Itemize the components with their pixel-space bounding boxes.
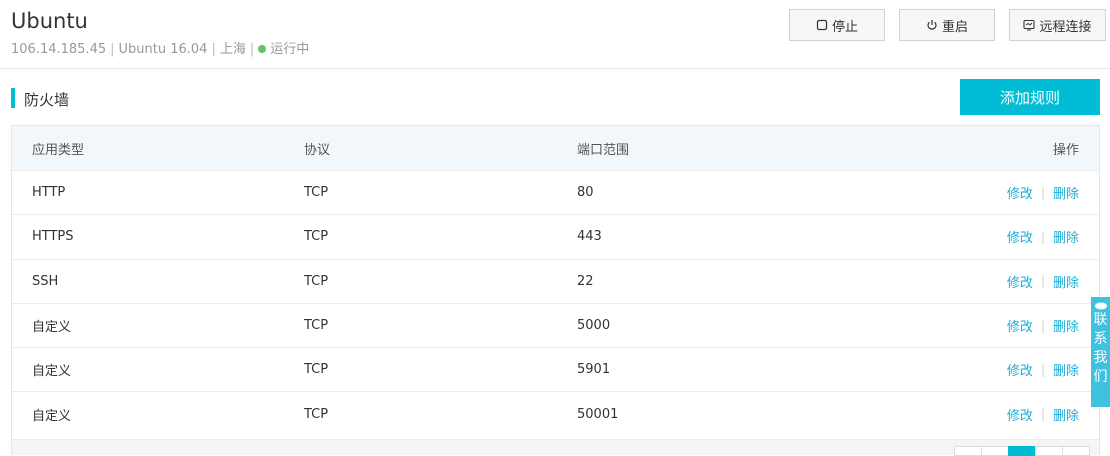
table-footer bbox=[12, 439, 1099, 455]
cell-actions: 修改 | 删除 bbox=[1007, 348, 1079, 391]
header-actions: 操作 bbox=[1052, 142, 1079, 158]
server-name: Ubuntu bbox=[11, 9, 88, 33]
cell-app-type: HTTPS bbox=[32, 229, 74, 245]
firewall-table: 应用类型 协议 端口范围 操作 HTTP TCP 80 修改 | 删除 HTTPS TCP 44… bbox=[11, 125, 1100, 455]
pager-page[interactable] bbox=[981, 446, 1009, 456]
edit-link[interactable]: 修改 bbox=[1007, 227, 1033, 246]
contact-char: 系 bbox=[1093, 331, 1108, 347]
pager-next[interactable] bbox=[1062, 446, 1090, 456]
restart-label: 重启 bbox=[941, 19, 968, 35]
remote-label: 远程连接 bbox=[1039, 19, 1092, 35]
monitor-icon bbox=[1023, 19, 1036, 31]
stop-label: 停止 bbox=[831, 19, 858, 35]
server-info: 106.14.185.45 | Ubuntu 16.04 | 上海 | 运行中 bbox=[11, 42, 310, 57]
edit-link[interactable]: 修改 bbox=[1007, 316, 1033, 335]
contact-char: 我 bbox=[1093, 350, 1108, 366]
firewall-section-header: 防火墙 添加规则 bbox=[0, 79, 1110, 117]
edit-link[interactable]: 修改 bbox=[1007, 183, 1033, 202]
cell-actions: 修改 | 删除 bbox=[1007, 215, 1079, 258]
pager-page[interactable] bbox=[1035, 446, 1063, 456]
server-status: 运行中 bbox=[270, 42, 310, 57]
restart-button[interactable]: 重启 bbox=[899, 9, 995, 41]
cell-actions: 修改 | 删除 bbox=[1007, 392, 1079, 435]
server-header: Ubuntu 106.14.185.45 | Ubuntu 16.04 | 上海 | 运行中… bbox=[0, 0, 1110, 69]
cell-protocol: TCP bbox=[304, 273, 329, 289]
server-region: 上海 bbox=[219, 42, 246, 57]
cell-app-type: 自定义 bbox=[32, 408, 72, 424]
contact-char: 联 bbox=[1093, 312, 1108, 328]
delete-link[interactable]: 删除 bbox=[1053, 360, 1079, 379]
remote-connect-button[interactable]: 远程连接 bbox=[1009, 9, 1106, 41]
pager-page-active[interactable] bbox=[1008, 446, 1036, 456]
table-row: HTTP TCP 80 修改 | 删除 bbox=[12, 170, 1099, 214]
cell-protocol: TCP bbox=[304, 362, 329, 378]
cell-app-type: HTTP bbox=[32, 185, 66, 201]
cell-app-type: SSH bbox=[32, 273, 59, 289]
table-row: SSH TCP 22 修改 | 删除 bbox=[12, 258, 1099, 303]
stop-button[interactable]: 停止 bbox=[789, 9, 885, 41]
action-divider: | bbox=[1040, 229, 1045, 244]
cell-actions: 修改 | 删除 bbox=[1007, 171, 1079, 214]
server-os: Ubuntu 16.04 bbox=[118, 42, 208, 57]
edit-link[interactable]: 修改 bbox=[1007, 272, 1033, 291]
delete-link[interactable]: 删除 bbox=[1053, 316, 1079, 335]
cell-actions: 修改 | 删除 bbox=[1007, 304, 1079, 347]
header-port-range: 端口范围 bbox=[577, 142, 630, 158]
cell-port-range: 22 bbox=[577, 273, 594, 289]
cell-protocol: TCP bbox=[304, 229, 329, 245]
table-header: 应用类型 协议 端口范围 操作 bbox=[12, 126, 1099, 170]
cell-protocol: TCP bbox=[304, 406, 329, 422]
delete-link[interactable]: 删除 bbox=[1053, 405, 1079, 424]
table-row: 自定义 TCP 50001 修改 | 删除 bbox=[12, 391, 1099, 435]
table-row: 自定义 TCP 5000 修改 | 删除 bbox=[12, 302, 1099, 347]
status-dot-icon bbox=[258, 45, 267, 53]
section-accent-bar bbox=[11, 88, 15, 108]
cell-port-range: 50001 bbox=[577, 406, 619, 422]
cell-port-range: 5901 bbox=[577, 362, 611, 378]
cell-actions: 修改 | 删除 bbox=[1007, 260, 1079, 303]
section-title: 防火墙 bbox=[24, 91, 70, 109]
contact-char: 们 bbox=[1093, 369, 1108, 385]
table-row: HTTPS TCP 443 修改 | 删除 bbox=[12, 214, 1099, 258]
table-row: 自定义 TCP 5901 修改 | 删除 bbox=[12, 347, 1099, 391]
header-protocol: 协议 bbox=[304, 142, 331, 158]
action-divider: | bbox=[1040, 407, 1045, 422]
power-icon bbox=[927, 20, 937, 30]
cell-port-range: 5000 bbox=[577, 318, 611, 334]
cell-port-range: 443 bbox=[577, 229, 602, 245]
edit-link[interactable]: 修改 bbox=[1007, 360, 1033, 379]
action-divider: | bbox=[1040, 362, 1045, 377]
action-divider: | bbox=[1040, 185, 1045, 200]
action-divider: | bbox=[1040, 274, 1045, 289]
header-app-type: 应用类型 bbox=[32, 142, 85, 158]
delete-link[interactable]: 删除 bbox=[1053, 227, 1079, 246]
delete-link[interactable]: 删除 bbox=[1053, 183, 1079, 202]
add-rule-button[interactable]: 添加规则 bbox=[960, 79, 1100, 115]
cell-protocol: TCP bbox=[304, 318, 329, 334]
action-divider: | bbox=[1040, 318, 1045, 333]
contact-us-tab[interactable]: 联 系 我 们 bbox=[1091, 297, 1110, 407]
cell-app-type: 自定义 bbox=[32, 364, 72, 380]
cell-port-range: 80 bbox=[577, 185, 594, 201]
server-ip: 106.14.185.45 bbox=[11, 42, 107, 57]
cell-protocol: TCP bbox=[304, 185, 329, 201]
cell-app-type: 自定义 bbox=[32, 320, 72, 336]
edit-link[interactable]: 修改 bbox=[1007, 405, 1033, 424]
pager-prev[interactable] bbox=[954, 446, 982, 456]
chat-icon bbox=[1094, 302, 1107, 310]
delete-link[interactable]: 删除 bbox=[1053, 272, 1079, 291]
stop-icon bbox=[816, 19, 828, 31]
